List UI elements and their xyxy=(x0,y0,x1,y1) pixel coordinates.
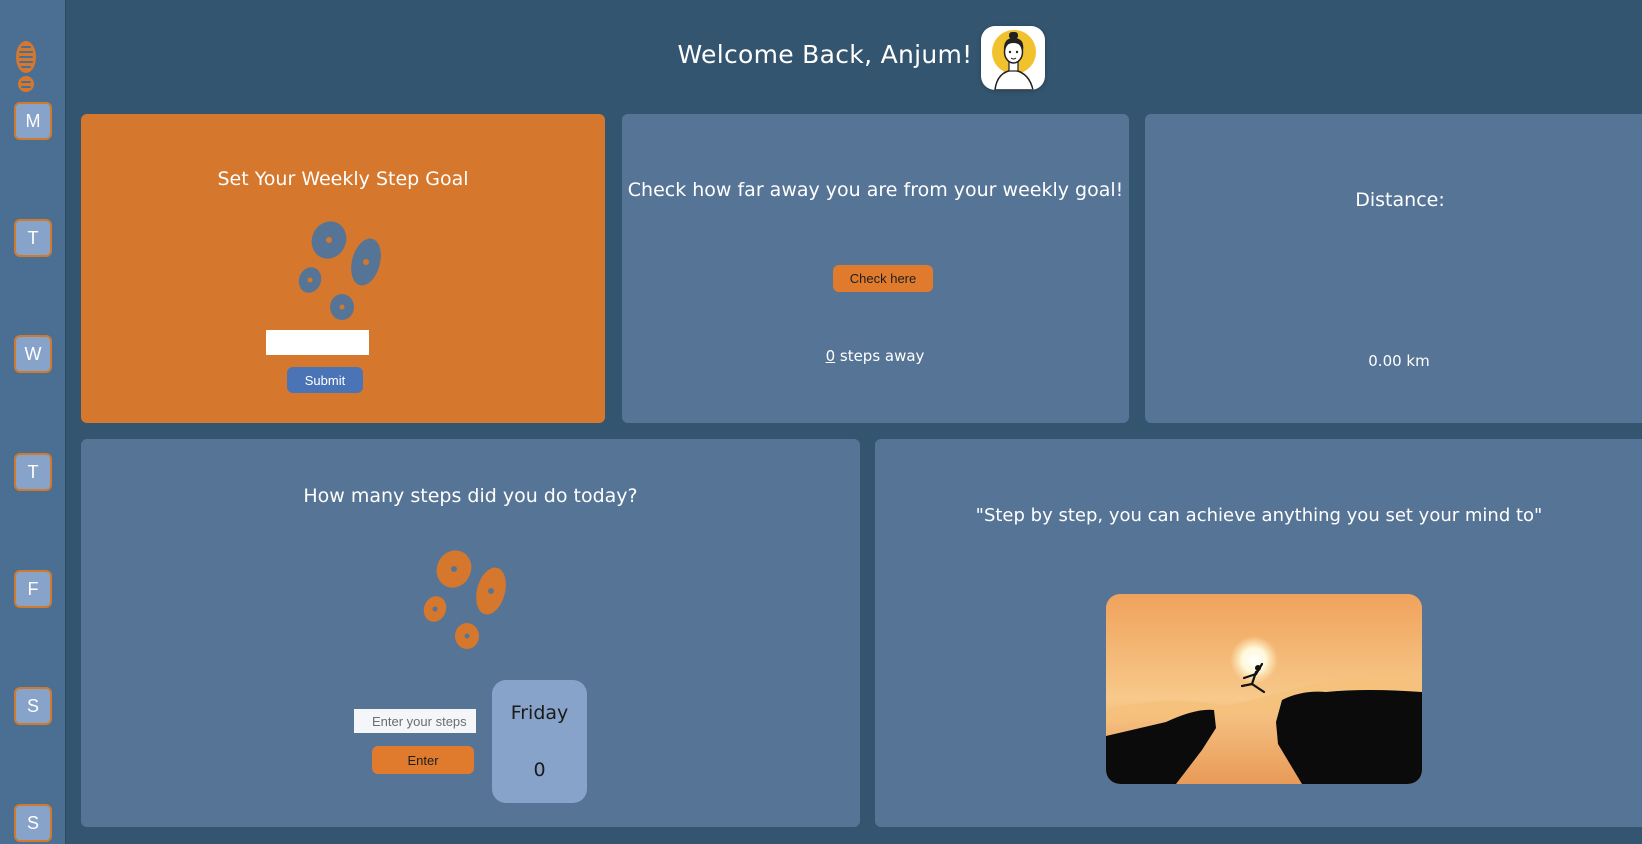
enter-steps-button[interactable]: Enter xyxy=(372,746,474,774)
steps-away-label: steps away xyxy=(835,347,925,365)
distance-card: Distance: xyxy=(1145,114,1642,423)
motivational-quote: "Step by step, you can achieve anything … xyxy=(975,505,1543,526)
sidebar: M T W T F S S xyxy=(0,0,66,844)
day-button-wednesday[interactable]: W xyxy=(14,335,52,373)
today-step-count: 0 xyxy=(533,759,546,781)
sunset-jump-illustration xyxy=(1106,594,1422,784)
avatar[interactable] xyxy=(981,26,1045,90)
weekly-goal-title: Set Your Weekly Step Goal xyxy=(217,168,469,190)
day-button-friday[interactable]: F xyxy=(14,570,52,608)
footprints-logo-icon xyxy=(16,41,36,92)
distance-title: Distance: xyxy=(1355,189,1445,211)
day-button-tuesday[interactable]: T xyxy=(14,219,52,257)
today-summary-box: Friday 0 xyxy=(492,680,587,803)
day-button-sunday[interactable]: S xyxy=(14,804,52,842)
footprints-icon xyxy=(298,221,381,320)
day-button-monday[interactable]: M xyxy=(14,102,52,140)
steps-away-text: 0 steps away xyxy=(622,347,1128,365)
weekly-goal-input[interactable] xyxy=(266,330,369,355)
steps-away-value: 0 xyxy=(825,347,836,365)
submit-goal-button[interactable]: Submit xyxy=(287,367,363,393)
day-button-saturday[interactable]: S xyxy=(14,687,52,725)
steps-input[interactable] xyxy=(354,709,476,733)
footprints-icon xyxy=(423,550,506,649)
check-here-button[interactable]: Check here xyxy=(833,265,933,292)
check-progress-title: Check how far away you are from your wee… xyxy=(627,179,1124,201)
distance-value: 0.00 km xyxy=(1368,352,1430,370)
day-button-thursday[interactable]: T xyxy=(14,453,52,491)
sunset-jump-image xyxy=(1106,594,1422,784)
today-steps-title: How many steps did you do today? xyxy=(303,485,638,507)
today-day-name: Friday xyxy=(510,702,569,724)
avatar-icon xyxy=(992,30,1036,90)
